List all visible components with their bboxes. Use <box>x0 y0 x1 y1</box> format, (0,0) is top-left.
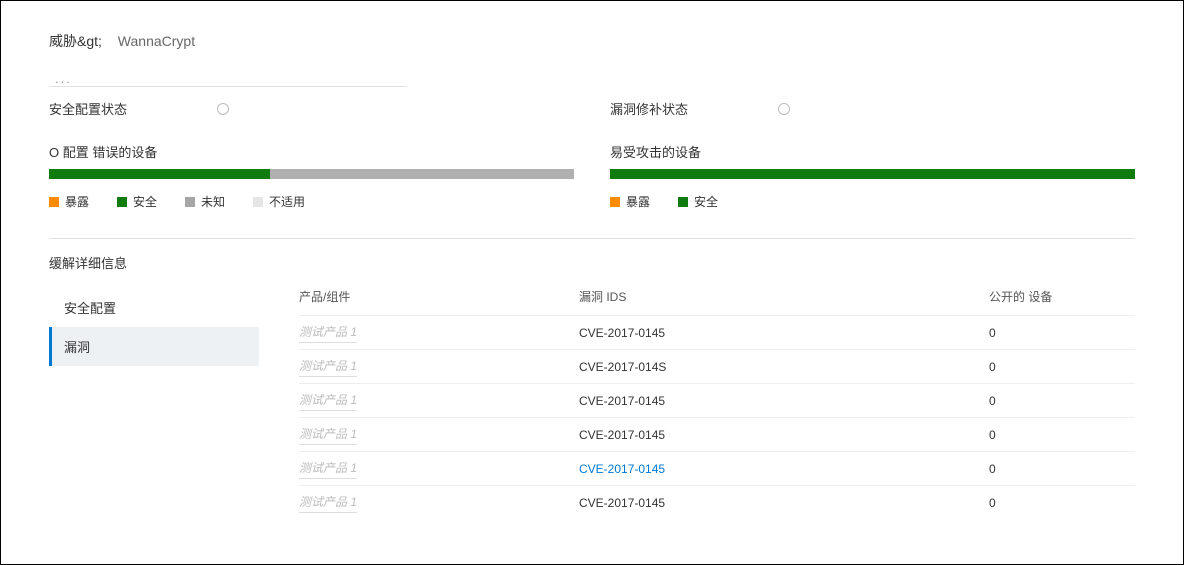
legend-na: 不适用 <box>253 193 305 210</box>
legend-safe: 安全 <box>117 193 157 210</box>
patch-status-card: 漏洞修补状态 易受攻击的设备 暴露 安全 <box>610 93 1135 210</box>
mitigation-title: 缓解详细信息 <box>49 253 1135 272</box>
table-row[interactable]: 测试产品 1CVE-2017-01450 <box>299 315 1135 349</box>
cell-devices: 0 <box>989 360 1135 374</box>
table-row[interactable]: 测试产品 1CVE-2017-01450 <box>299 417 1135 451</box>
breadcrumb: 威胁&gt; WannaCrypt <box>49 31 1135 51</box>
cell-product: 测试产品 1 <box>299 425 579 445</box>
bar-seg-gray <box>270 169 575 179</box>
swatch-light-icon <box>253 197 263 207</box>
breadcrumb-label[interactable]: 威胁&gt; <box>49 33 102 49</box>
tab-vulnerability[interactable]: 漏洞 <box>49 327 259 366</box>
col-product[interactable]: 产品/组件 <box>299 288 579 305</box>
ellipsis-menu[interactable]: ... <box>55 71 1135 86</box>
patch-status-bar <box>610 169 1135 179</box>
patch-status-subheading: 易受攻击的设备 <box>610 142 1135 161</box>
table-row[interactable]: 测试产品 1CVE-2017-01450 <box>299 451 1135 485</box>
side-tabs: 安全配置 漏洞 <box>49 282 259 519</box>
cell-cve: CVE-2017-0145 <box>579 428 989 442</box>
col-devices[interactable]: 公开的 设备 <box>989 288 1135 305</box>
patch-status-title: 漏洞修补状态 <box>610 99 688 118</box>
secure-config-legend: 暴露 安全 未知 不适用 <box>49 193 574 210</box>
table-row[interactable]: 测试产品 1CVE-2017-01450 <box>299 485 1135 519</box>
table-row[interactable]: 测试产品 1CVE-2017-014S0 <box>299 349 1135 383</box>
cell-cve: CVE-2017-014S <box>579 360 989 374</box>
info-icon[interactable] <box>778 103 790 115</box>
cell-product: 测试产品 1 <box>299 323 579 343</box>
mitigation-body: 安全配置 漏洞 产品/组件 漏洞 IDS 公开的 设备 测试产品 1CVE-20… <box>49 282 1135 519</box>
cell-product: 测试产品 1 <box>299 357 579 377</box>
table-row[interactable]: 测试产品 1CVE-2017-01450 <box>299 383 1135 417</box>
cell-devices: 0 <box>989 326 1135 340</box>
swatch-gray-icon <box>185 197 195 207</box>
cell-cve: CVE-2017-0145 <box>579 496 989 510</box>
patch-status-legend: 暴露 安全 <box>610 193 1135 210</box>
legend-unknown: 未知 <box>185 193 225 210</box>
secure-config-subheading: O 配置 错误的设备 <box>49 142 574 161</box>
table-body: 测试产品 1CVE-2017-01450测试产品 1CVE-2017-014S0… <box>299 315 1135 519</box>
vuln-table: 产品/组件 漏洞 IDS 公开的 设备 测试产品 1CVE-2017-01450… <box>259 282 1135 519</box>
cell-cve: CVE-2017-0145 <box>579 326 989 340</box>
cell-cve: CVE-2017-0145 <box>579 394 989 408</box>
section-divider <box>49 238 1135 239</box>
swatch-orange-icon <box>610 197 620 207</box>
info-icon[interactable] <box>217 103 229 115</box>
status-row: 安全配置状态 O 配置 错误的设备 暴露 安全 未知 不适用 漏洞修补状态 易受… <box>49 93 1135 210</box>
cell-product: 测试产品 1 <box>299 391 579 411</box>
cell-devices: 0 <box>989 462 1135 476</box>
cell-product: 测试产品 1 <box>299 459 579 479</box>
cell-devices: 0 <box>989 496 1135 510</box>
secure-config-title: 安全配置状态 <box>49 99 127 118</box>
table-header: 产品/组件 漏洞 IDS 公开的 设备 <box>299 282 1135 315</box>
bar-seg-green <box>49 169 270 179</box>
bar-seg-green <box>610 169 1135 179</box>
tab-secure-config[interactable]: 安全配置 <box>49 288 259 327</box>
cell-devices: 0 <box>989 428 1135 442</box>
legend-safe: 安全 <box>678 193 718 210</box>
legend-exposed: 暴露 <box>610 193 650 210</box>
secure-config-bar <box>49 169 574 179</box>
legend-exposed: 暴露 <box>49 193 89 210</box>
swatch-green-icon <box>678 197 688 207</box>
cell-cve[interactable]: CVE-2017-0145 <box>579 462 989 476</box>
col-cve[interactable]: 漏洞 IDS <box>579 288 989 305</box>
secure-config-card: 安全配置状态 O 配置 错误的设备 暴露 安全 未知 不适用 <box>49 93 574 210</box>
breadcrumb-value[interactable]: WannaCrypt <box>118 33 195 49</box>
divider <box>49 86 407 87</box>
swatch-orange-icon <box>49 197 59 207</box>
cell-product: 测试产品 1 <box>299 493 579 513</box>
cell-devices: 0 <box>989 394 1135 408</box>
swatch-green-icon <box>117 197 127 207</box>
threat-analytics-window: 威胁&gt; WannaCrypt ... 安全配置状态 O 配置 错误的设备 … <box>0 0 1184 565</box>
